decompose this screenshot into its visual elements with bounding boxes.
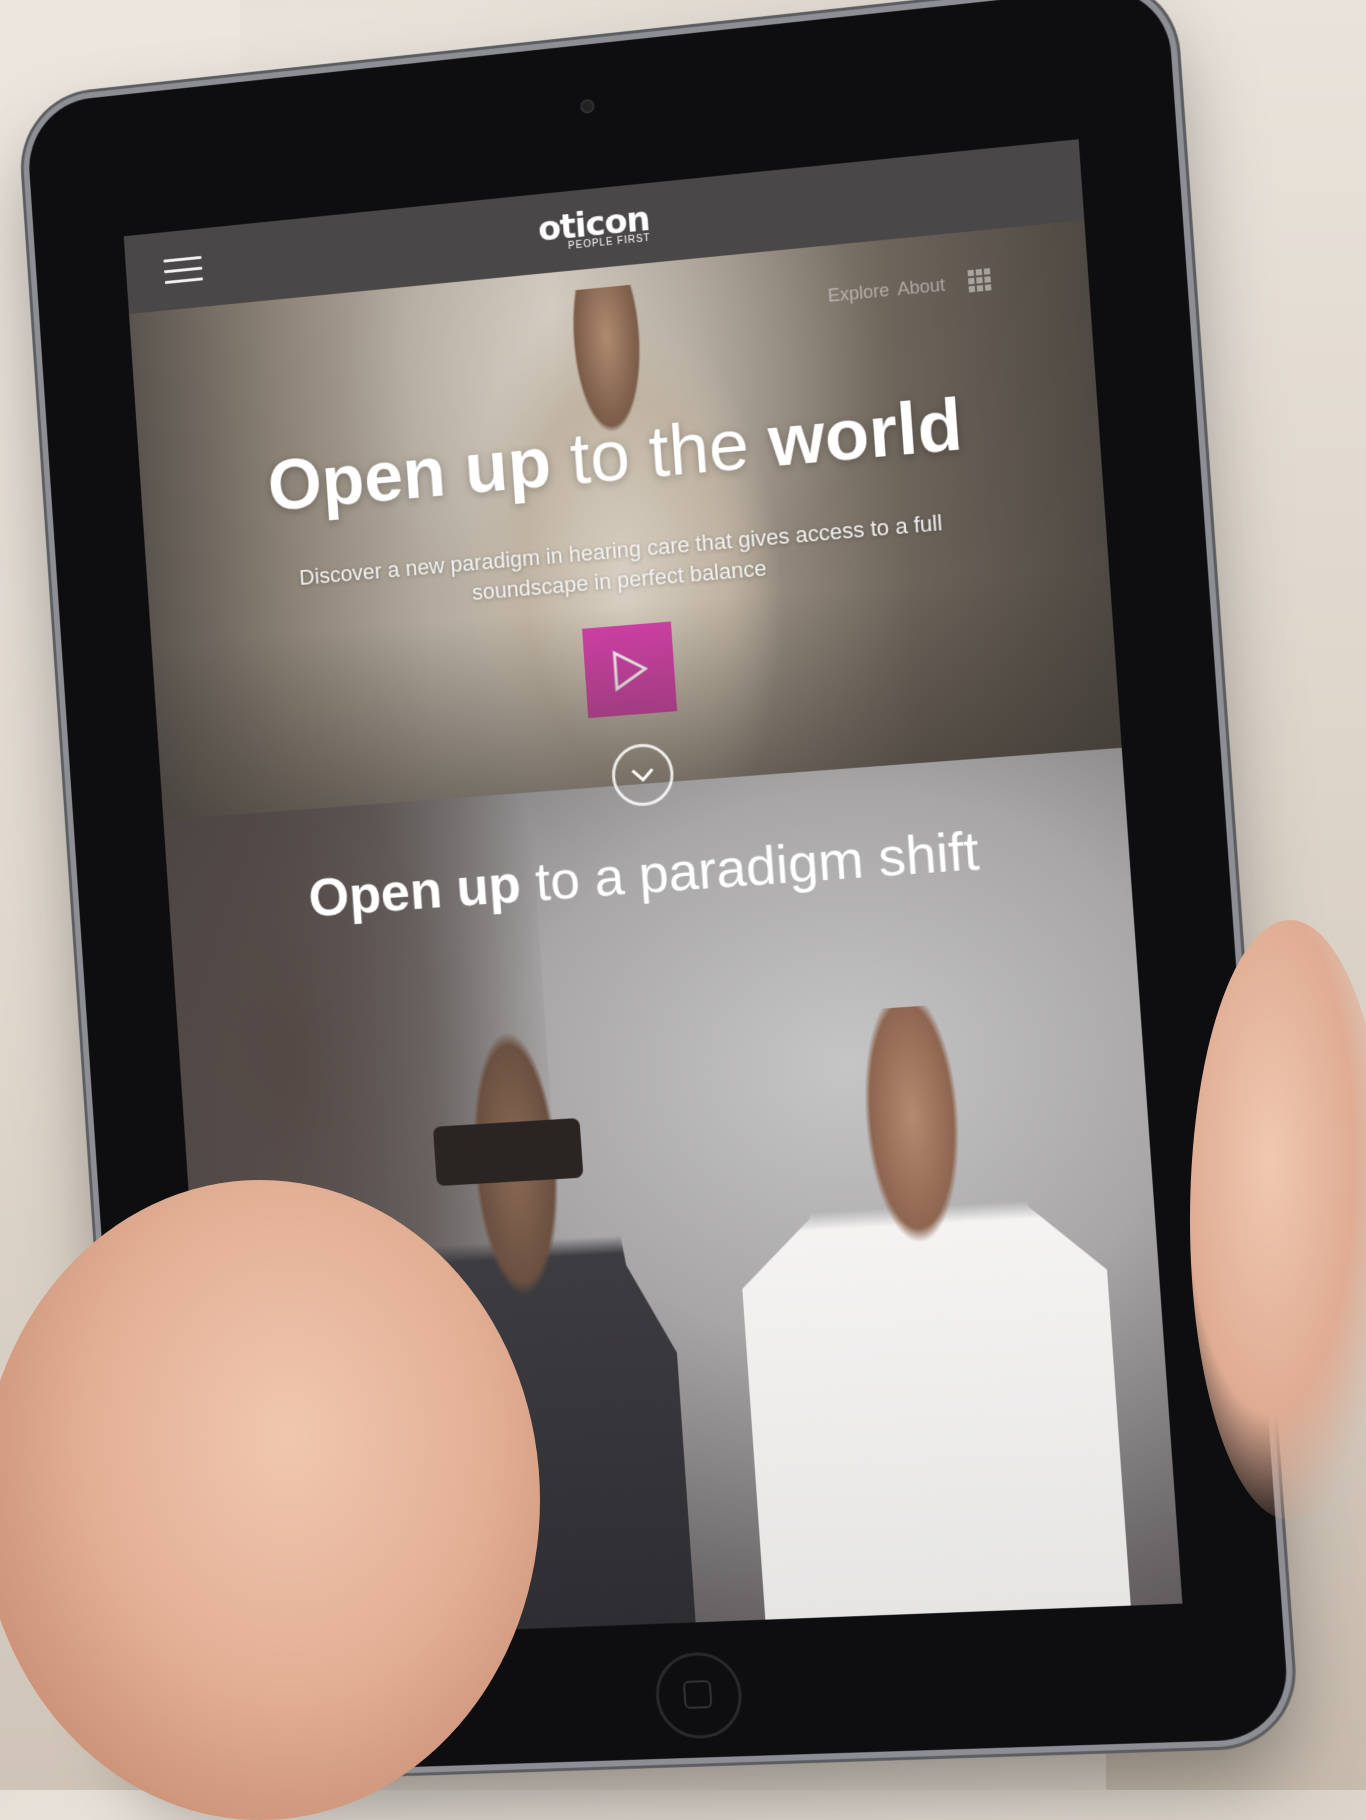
play-icon	[608, 646, 651, 693]
oticon-logo[interactable]: oticon PEOPLE FIRST	[537, 199, 651, 255]
hero-title-light: to the	[567, 404, 752, 500]
front-camera	[580, 98, 595, 114]
chevron-down-icon	[629, 766, 656, 784]
left-hand	[0, 1180, 540, 1820]
explore-link[interactable]: Explore	[827, 280, 890, 307]
home-button[interactable]	[653, 1650, 745, 1740]
blindfold	[432, 1117, 584, 1187]
hamburger-menu-icon[interactable]	[163, 255, 204, 285]
hero-sublinks: Explore About	[827, 275, 946, 307]
play-video-button[interactable]	[582, 621, 678, 719]
about-link[interactable]: About	[897, 275, 946, 301]
hero-title-bold-2: world	[765, 384, 965, 483]
grid-menu-icon[interactable]	[967, 268, 992, 293]
image-man-smiling	[723, 995, 1130, 1619]
hero-section: Explore About Open up to the world Disco…	[129, 220, 1122, 821]
section2-title-light: to a paradigm shift	[533, 820, 981, 913]
